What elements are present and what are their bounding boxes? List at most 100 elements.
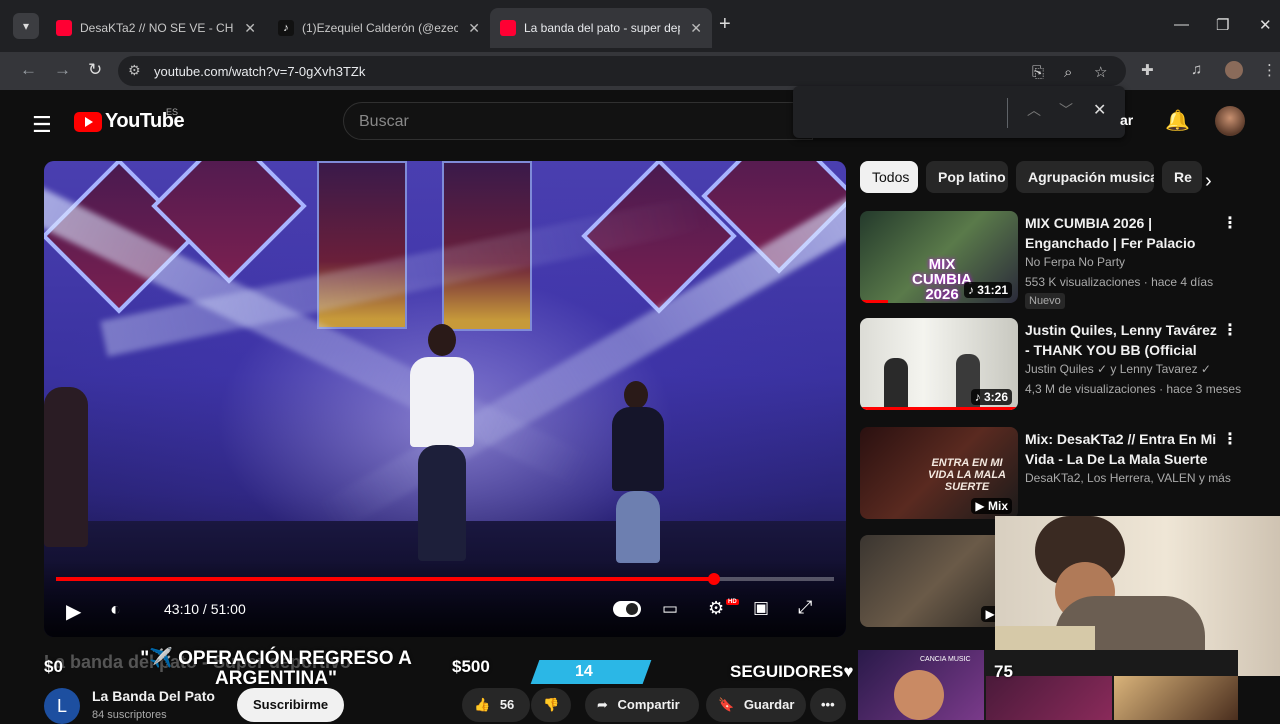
chip-todos[interactable]: Todos <box>860 161 918 193</box>
more-options-icon[interactable]: ⋮ <box>1222 213 1238 233</box>
new-tab-icon[interactable]: + <box>719 13 731 36</box>
subtitles-icon[interactable]: ▭ <box>662 599 678 619</box>
chip-partial[interactable]: Re <box>1162 161 1202 193</box>
find-next-icon[interactable]: ﹀ <box>1059 100 1073 120</box>
overlay-photo <box>1114 676 1238 720</box>
search-input[interactable]: Buscar <box>343 102 813 140</box>
video-player[interactable]: ▶ ◐ 43:10 / 51:00 ▭ ⚙ HD ▣ ⤢ <box>44 161 846 637</box>
close-tab-icon[interactable]: ✕ <box>690 20 702 37</box>
overlay-face <box>894 670 944 720</box>
extensions-icon[interactable]: ✚ <box>1141 61 1154 79</box>
bookmark-icon: 🔖 <box>718 697 735 712</box>
performer-head <box>428 324 456 356</box>
youtube-play-icon <box>74 111 102 132</box>
theater-mode-icon[interactable]: ▣ <box>753 598 769 618</box>
more-actions-button[interactable]: ••• <box>810 688 846 722</box>
thumbs-down-icon: 👎 <box>543 697 560 712</box>
more-horizontal-icon: ••• <box>821 697 835 712</box>
share-icon: ➦ <box>597 697 608 712</box>
restore-icon[interactable]: ❐ <box>1216 16 1229 34</box>
tab-la-banda-del-pato[interactable]: La banda del pato - super depo ✕ <box>490 8 712 48</box>
performer-head <box>624 381 648 409</box>
video-title[interactable]: Mix: DesaKTa2 // Entra En Mi Vida - La D… <box>1025 429 1225 469</box>
overlay-photo-strip: CANCIA MUSIC <box>858 650 1238 720</box>
video-thumbnail[interactable]: ENTRA EN MI VIDA LA MALA SUERTE ▶ Mix <box>860 427 1018 519</box>
find-icon[interactable]: ⌕ <box>1064 64 1072 81</box>
tab-desakta2[interactable]: DesaKTa2 // NO SE VE - CHING ✕ <box>46 8 266 48</box>
video-thumbnail[interactable]: ♪ 3:26 <box>860 318 1018 410</box>
search-placeholder: Buscar <box>359 113 409 130</box>
donation-goal-amount: $500 <box>452 657 490 676</box>
channel-name[interactable]: DesaKTa2, Los Herrera, VALEN y más <box>1025 471 1231 485</box>
find-close-icon[interactable]: ✕ <box>1093 100 1106 120</box>
avatar[interactable] <box>1215 106 1245 136</box>
forward-icon[interactable]: → <box>54 60 71 80</box>
duration-badge: ♪ 3:26 <box>970 389 1012 405</box>
more-options-icon[interactable]: ⋮ <box>1222 429 1238 449</box>
more-options-icon[interactable]: ⋮ <box>1222 320 1238 340</box>
watched-bar <box>860 300 888 303</box>
save-button[interactable]: 🔖 Guardar <box>706 688 806 722</box>
media-control-icon[interactable]: ♫ <box>1191 61 1202 78</box>
hamburger-menu-icon[interactable]: ☰ <box>32 112 52 138</box>
performer-legs <box>616 491 660 563</box>
video-thumbnail[interactable]: MIX CUMBIA 2026 ♪ 31:21 <box>860 211 1018 303</box>
bookmark-star-icon[interactable]: ☆ <box>1094 63 1107 81</box>
browser-tab-bar: ▾ DesaKTa2 // NO SE VE - CHING ✕ ♪ (1)Ez… <box>0 0 1280 52</box>
chip-agrupacion-musical[interactable]: Agrupación musical <box>1016 161 1154 193</box>
performer-kid <box>612 407 664 491</box>
channel-name[interactable]: La Banda Del Pato <box>92 688 215 704</box>
volume-icon[interactable]: ◐ <box>110 599 121 620</box>
find-previous-icon[interactable]: ︿ <box>1027 100 1041 120</box>
autoplay-toggle[interactable] <box>613 601 641 617</box>
minimize-icon[interactable]: — <box>1174 16 1189 33</box>
overlay-photo: CANCIA MUSIC <box>858 650 984 720</box>
like-count: 56 <box>499 697 515 712</box>
subscribe-button[interactable]: Suscribirme <box>237 688 345 722</box>
overlay-photo <box>986 676 1112 720</box>
channel-name[interactable]: No Ferpa No Party <box>1025 255 1125 269</box>
recommendation-item[interactable]: ENTRA EN MI VIDA LA MALA SUERTE ▶ Mix Mi… <box>860 427 1240 523</box>
recommendation-item[interactable]: MIX CUMBIA 2026 ♪ 31:21 MIX CUMBIA 2026 … <box>860 211 1240 309</box>
progress-bar[interactable] <box>56 573 834 585</box>
chevron-right-icon[interactable]: › <box>1205 170 1212 193</box>
profile-avatar-icon[interactable] <box>1225 61 1243 79</box>
share-button[interactable]: ➦ Compartir <box>585 688 699 722</box>
tab-search-chevron-icon[interactable]: ▾ <box>13 13 39 39</box>
youtube-logo[interactable]: YouTube ES <box>74 107 185 133</box>
follower-count: 14 <box>575 663 593 680</box>
site-info-icon[interactable]: ⚙ <box>128 62 141 79</box>
channel-avatar[interactable]: L <box>44 688 80 724</box>
back-icon[interactable]: ← <box>20 60 37 80</box>
watched-bar <box>860 407 1018 410</box>
recommendation-item[interactable]: ♪ 3:26 Justin Quiles, Lenny Tavárez - TH… <box>860 318 1241 414</box>
youtube-icon <box>56 20 72 36</box>
subscriber-count: 84 suscriptores <box>92 709 167 721</box>
hd-badge: HD <box>726 599 739 605</box>
browser-menu-icon[interactable]: ⋮ <box>1262 61 1277 79</box>
play-icon[interactable]: ▶ <box>66 599 81 624</box>
notifications-bell-icon[interactable]: 🔔 <box>1165 108 1190 133</box>
country-code: ES <box>166 107 179 117</box>
reload-icon[interactable]: ↻ <box>88 60 102 80</box>
like-button[interactable]: 👍 56 <box>462 688 530 722</box>
close-tab-icon[interactable]: ✕ <box>468 20 480 37</box>
settings-gear-icon[interactable]: ⚙ <box>708 598 724 619</box>
close-tab-icon[interactable]: ✕ <box>244 20 256 37</box>
overlay-badge-text: CANCIA MUSIC <box>920 656 971 663</box>
tab-tiktok[interactable]: ♪ (1)Ezequiel Calderón (@ezecald ✕ <box>268 8 490 48</box>
close-window-icon[interactable]: ✕ <box>1259 16 1272 34</box>
create-button[interactable]: ar <box>1120 112 1133 128</box>
dislike-button[interactable]: 👎 <box>531 688 571 722</box>
donation-goal-title: "✈️ OPERACIÓN REGRESO A ARGENTINA" <box>140 648 412 689</box>
tab-title: DesaKTa2 // NO SE VE - CHING <box>80 21 234 35</box>
chip-pop-latino[interactable]: Pop latino <box>926 161 1008 193</box>
address-bar[interactable]: ⚙ youtube.com/watch?v=7-0gXvh3TZk ⎘ ⌕ ☆ <box>118 56 1126 86</box>
cast-icon[interactable]: ⎘ <box>1032 64 1044 81</box>
channel-name[interactable]: Justin Quiles ✓ y Lenny Tavarez ✓ <box>1025 362 1211 376</box>
find-in-page-bar[interactable]: ︿ ﹀ ✕ <box>793 86 1125 138</box>
divider <box>1007 98 1008 128</box>
video-title[interactable]: Justin Quiles, Lenny Tavárez - THANK YOU… <box>1025 320 1225 360</box>
video-title[interactable]: MIX CUMBIA 2026 | Enganchado | Fer Palac… <box>1025 213 1225 253</box>
fullscreen-icon[interactable]: ⤢ <box>798 597 812 618</box>
